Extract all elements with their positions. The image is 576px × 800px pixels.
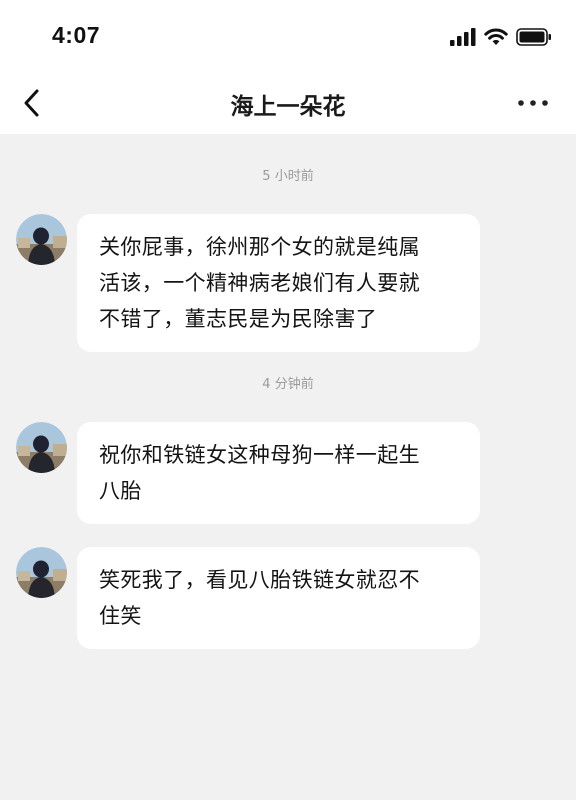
avatar[interactable] [16, 214, 67, 265]
timestamp-divider: 4 分钟前 [262, 377, 314, 392]
message-line: 八胎 [99, 479, 142, 503]
status-bar: 4:07 [0, 0, 576, 72]
timestamp-divider: 5 小时前 [262, 169, 314, 184]
avatar[interactable] [16, 547, 67, 598]
message-bubble: 关你屁事，徐州那个女的就是纯属 活该，一个精神病老娘们有人要就 不错了，董志民是… [77, 214, 480, 352]
battery-icon [516, 28, 551, 46]
chat-title: 海上一朵花 [230, 94, 346, 120]
status-icons [450, 25, 552, 49]
avatar[interactable] [16, 422, 67, 473]
message-line: 不错了，董志民是为民除害了 [99, 307, 378, 331]
more-dots-icon [518, 100, 548, 106]
message-bubble: 祝你和铁链女这种母狗一样一起生 八胎 [77, 422, 480, 524]
chat-header: 海上一朵花 [0, 72, 576, 134]
cellular-signal-icon [450, 28, 476, 46]
wifi-icon [484, 28, 508, 45]
message-line: 关你屁事，徐州那个女的就是纯属 [99, 235, 420, 259]
message-line: 祝你和铁链女这种母狗一样一起生 [99, 443, 420, 467]
message-line: 住笑 [99, 604, 142, 628]
more-options-button[interactable] [516, 88, 550, 118]
message-bubble: 笑死我了，看见八胎铁链女就忍不 住笑 [77, 547, 480, 649]
message-line: 活该，一个精神病老娘们有人要就 [99, 271, 420, 295]
status-time: 4:07 [52, 22, 101, 48]
message-line: 笑死我了，看见八胎铁链女就忍不 [99, 568, 420, 592]
